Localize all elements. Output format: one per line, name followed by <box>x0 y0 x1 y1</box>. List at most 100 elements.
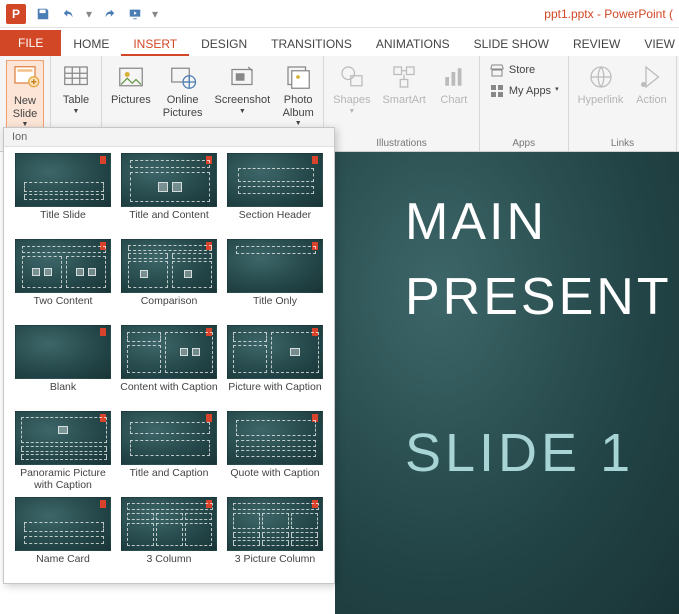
slide-canvas[interactable]: MAIN PRESENT SLIDE 1 <box>335 152 679 614</box>
slideshow-icon[interactable] <box>124 3 146 25</box>
action-label: Action <box>636 94 667 107</box>
window-title: ppt1.pptx - PowerPoint ( <box>160 7 679 21</box>
action-button[interactable]: Action <box>632 60 670 109</box>
ribbon-tabs: FILE HOME INSERT DESIGN TRANSITIONS ANIM… <box>0 28 679 56</box>
layout-section-header[interactable]: Section Header <box>224 153 326 235</box>
shapes-button[interactable]: Shapes ▼ <box>330 60 373 118</box>
chart-label: Chart <box>440 94 467 107</box>
shapes-icon <box>337 62 367 92</box>
layout-title-slide[interactable]: Title Slide <box>12 153 114 235</box>
layout-3-column[interactable]: 3 Column <box>118 497 220 579</box>
layout-two-content[interactable]: Two Content <box>12 239 114 321</box>
action-icon <box>636 62 666 92</box>
redo-icon[interactable] <box>98 3 120 25</box>
undo-icon[interactable] <box>58 3 80 25</box>
tab-view[interactable]: VIEW <box>632 31 679 56</box>
save-icon[interactable] <box>32 3 54 25</box>
hyperlink-label: Hyperlink <box>578 94 624 107</box>
pictures-button[interactable]: Pictures <box>108 60 154 109</box>
layout-comparison[interactable]: Comparison <box>118 239 220 321</box>
hyperlink-button[interactable]: Hyperlink <box>575 60 627 109</box>
tab-file[interactable]: FILE <box>0 30 61 56</box>
table-icon <box>61 62 91 92</box>
layout-content-with-caption[interactable]: Content with Caption <box>118 325 220 407</box>
shapes-label: Shapes <box>333 94 370 107</box>
layout-label: 3 Picture Column <box>235 553 316 579</box>
tab-insert[interactable]: INSERT <box>121 31 189 56</box>
tab-home[interactable]: HOME <box>61 31 121 56</box>
tab-design[interactable]: DESIGN <box>189 31 259 56</box>
store-button[interactable]: Store <box>486 60 538 80</box>
layout-label: Panoramic Picture with Caption <box>12 467 114 493</box>
group-links-label: Links <box>611 136 634 149</box>
app-icon: P <box>6 4 26 24</box>
layout-label: Picture with Caption <box>228 381 321 407</box>
smartart-label: SmartArt <box>382 94 425 107</box>
layout-label: Name Card <box>36 553 90 579</box>
undo-dropdown-icon[interactable]: ▾ <box>84 3 94 25</box>
photo-album-icon <box>283 62 313 92</box>
photo-album-button[interactable]: Photo Album ▼ <box>279 60 317 130</box>
layout-label: Two Content <box>34 295 93 321</box>
new-slide-dropdown: Ion Title Slide Title and Content Sec <box>3 127 335 584</box>
slide-subtitle: SLIDE 1 <box>405 422 634 484</box>
group-apps-label: Apps <box>512 136 535 149</box>
layout-label: Title and Content <box>129 209 209 235</box>
chevron-down-icon: ▼ <box>348 108 355 116</box>
chevron-down-icon: ▼ <box>239 108 246 116</box>
qat-customize-icon[interactable]: ▾ <box>150 3 160 25</box>
chevron-down-icon: ▼ <box>73 108 80 116</box>
group-apps: Store My Apps ▾ Apps <box>480 56 569 151</box>
layout-label: Title and Caption <box>130 467 209 493</box>
new-slide-icon <box>10 63 40 93</box>
layout-picture-with-caption[interactable]: Picture with Caption <box>224 325 326 407</box>
layout-label: Section Header <box>239 209 311 235</box>
tab-transitions[interactable]: TRANSITIONS <box>259 31 364 56</box>
layout-label: Title Slide <box>40 209 86 235</box>
slide-title-line1: MAIN <box>405 192 547 252</box>
dropdown-theme-header: Ion <box>4 128 334 147</box>
chart-button[interactable]: Chart <box>435 60 473 109</box>
layout-label: Quote with Caption <box>230 467 319 493</box>
online-pictures-label: Online Pictures <box>163 94 203 119</box>
layout-label: Blank <box>50 381 76 407</box>
layout-panoramic-picture[interactable]: Panoramic Picture with Caption <box>12 411 114 493</box>
tab-animations[interactable]: ANIMATIONS <box>364 31 462 56</box>
pictures-label: Pictures <box>111 94 151 107</box>
new-slide-button[interactable]: New Slide ▼ <box>6 60 44 132</box>
table-label: Table <box>63 94 89 107</box>
group-illustrations-label: Illustrations <box>376 136 427 149</box>
online-pictures-icon <box>168 62 198 92</box>
layout-label: Title Only <box>253 295 297 321</box>
my-apps-button[interactable]: My Apps ▾ <box>486 81 562 101</box>
my-apps-icon <box>489 83 505 99</box>
group-links: Hyperlink Action Links <box>569 56 678 151</box>
tab-slideshow[interactable]: SLIDE SHOW <box>462 31 561 56</box>
store-icon <box>489 62 505 78</box>
my-apps-label: My Apps <box>509 85 551 98</box>
layout-blank[interactable]: Blank <box>12 325 114 407</box>
layout-title-and-content[interactable]: Title and Content <box>118 153 220 235</box>
screenshot-label: Screenshot <box>215 94 271 107</box>
screenshot-icon <box>227 62 257 92</box>
layout-title-only[interactable]: Title Only <box>224 239 326 321</box>
group-illustrations: Shapes ▼ SmartArt Chart Illustrations <box>324 56 480 151</box>
layout-3-picture-column[interactable]: 3 Picture Column <box>224 497 326 579</box>
online-pictures-button[interactable]: Online Pictures <box>160 60 206 121</box>
layout-grid: Title Slide Title and Content Section He… <box>4 147 334 579</box>
store-label: Store <box>509 64 535 77</box>
photo-album-label: Photo Album <box>283 94 314 119</box>
tab-review[interactable]: REVIEW <box>561 31 632 56</box>
table-button[interactable]: Table ▼ <box>57 60 95 118</box>
layout-quote-with-caption[interactable]: Quote with Caption <box>224 411 326 493</box>
smartart-icon <box>389 62 419 92</box>
layout-title-and-caption[interactable]: Title and Caption <box>118 411 220 493</box>
chevron-down-icon: ▾ <box>555 86 559 94</box>
layout-label: 3 Column <box>147 553 192 579</box>
screenshot-button[interactable]: Screenshot ▼ <box>212 60 274 118</box>
new-slide-label: New Slide <box>13 95 37 120</box>
title-bar: P ▾ ▾ ppt1.pptx - PowerPoint ( <box>0 0 679 28</box>
layout-name-card[interactable]: Name Card <box>12 497 114 579</box>
quick-access-toolbar: ▾ ▾ <box>32 3 160 25</box>
smartart-button[interactable]: SmartArt <box>379 60 428 109</box>
